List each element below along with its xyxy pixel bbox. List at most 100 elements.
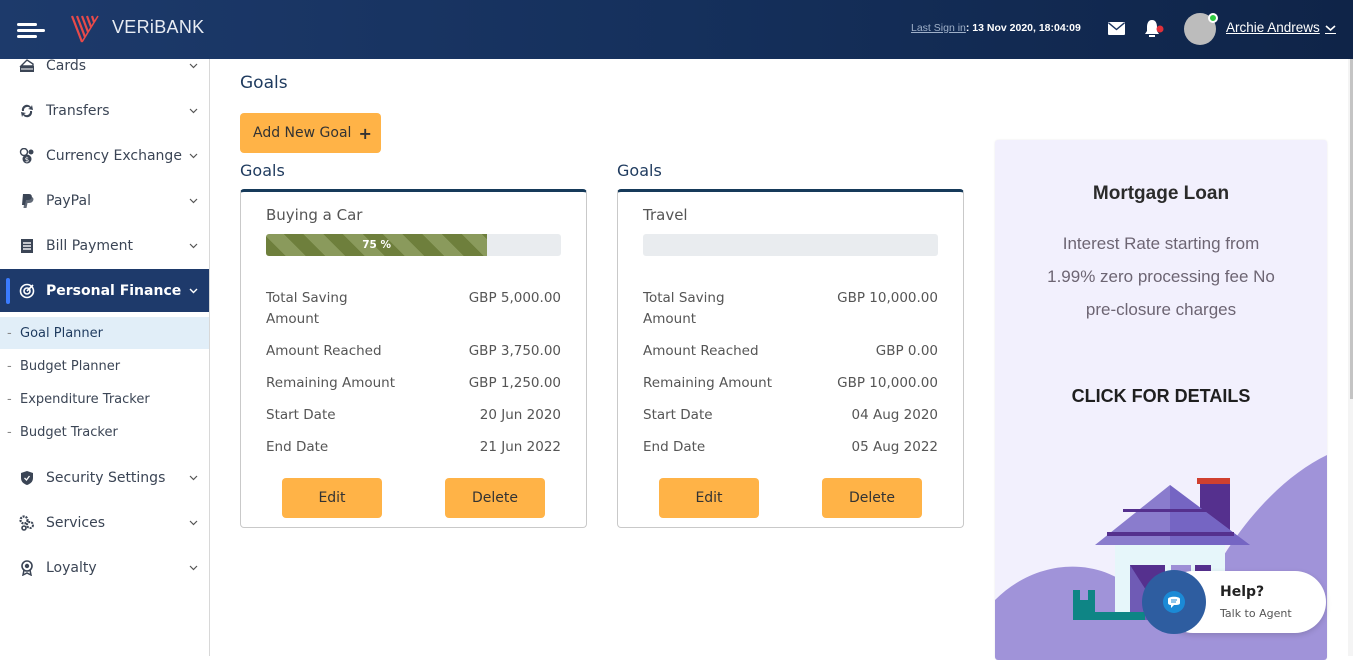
plus-icon: + [358, 123, 372, 143]
remaining-amount-label: Remaining Amount [643, 375, 773, 391]
goal-progress-label: 75 % [362, 239, 392, 251]
promo-cta-link[interactable]: CLICK FOR DETAILS [995, 386, 1327, 407]
active-indicator [6, 278, 10, 304]
sidebar-item-label: Bill Payment [46, 238, 134, 254]
sidebar-subitem-budget-tracker[interactable]: - Budget Tracker [0, 416, 209, 448]
sub-dash: - [7, 325, 12, 341]
delete-button[interactable]: Delete [445, 478, 545, 518]
amount-reached-label: Amount Reached [643, 343, 759, 359]
currency-exchange-icon: $ [19, 148, 34, 164]
sub-item-label: Budget Planner [20, 358, 121, 374]
award-icon [21, 560, 33, 576]
paypal-icon [22, 194, 34, 208]
sub-item-label: Expenditure Tracker [20, 391, 150, 407]
goal-progress-bar: 75 % [266, 234, 561, 256]
card-icon [19, 59, 34, 72]
bill-icon [21, 239, 33, 253]
user-menu[interactable]: Archie Andrews [1226, 20, 1320, 35]
chevron-down-icon [189, 475, 198, 481]
goal-column: Goals Buying a Car 75 % Total Saving Amo… [240, 159, 587, 528]
add-new-goal-label: Add New Goal [253, 125, 352, 141]
goals-heading: Goals [240, 161, 285, 180]
sidebar: Cards Transfers $ Currency Exchange PayP… [0, 58, 210, 656]
goal-progress-fill: 75 % [266, 234, 488, 256]
edit-button[interactable]: Edit [659, 478, 759, 518]
sidebar-item-security-settings[interactable]: Security Settings [0, 457, 209, 499]
notification-badge [1156, 25, 1164, 33]
sidebar-item-label: PayPal [46, 193, 91, 209]
delete-button[interactable]: Delete [822, 478, 922, 518]
chevron-down-icon[interactable] [1325, 23, 1336, 34]
online-status-dot [1208, 13, 1218, 23]
total-saving-label: Total Saving Amount [266, 290, 348, 327]
sidebar-subitem-goal-planner[interactable]: - Goal Planner [0, 317, 209, 349]
sub-item-label: Goal Planner [20, 325, 103, 341]
sub-dash: - [7, 424, 12, 440]
sidebar-subitem-budget-planner[interactable]: - Budget Planner [0, 350, 209, 382]
sub-dash: - [7, 358, 12, 374]
chevron-down-icon [189, 63, 198, 69]
sidebar-item-label: Cards [46, 58, 87, 74]
goal-name: Buying a Car [266, 206, 363, 224]
start-date-value: 04 Aug 2020 [851, 407, 938, 423]
edit-button[interactable]: Edit [282, 478, 382, 518]
start-date-value: 20 Jun 2020 [479, 407, 561, 423]
chevron-down-icon [189, 108, 198, 114]
sidebar-item-label: Services [46, 515, 106, 531]
total-saving-value: GBP 5,000.00 [468, 290, 561, 306]
sub-item-label: Budget Tracker [20, 424, 118, 440]
main-content: Goals Add New Goal + Goals Buying a Car … [210, 59, 1335, 660]
chat-button[interactable] [1142, 570, 1206, 634]
sidebar-subitem-expenditure-tracker[interactable]: - Expenditure Tracker [0, 383, 209, 415]
sidebar-item-label: Security Settings [46, 470, 166, 486]
gears-icon [19, 515, 34, 531]
transfer-icon [21, 104, 33, 118]
last-sign-in-value: : 13 Nov 2020, 18:04:09 [965, 22, 1081, 34]
chevron-down-icon [189, 520, 198, 526]
chevron-down-icon [189, 243, 198, 249]
sidebar-item-paypal[interactable]: PayPal [0, 180, 209, 222]
last-sign-in: Last Sign in: 13 Nov 2020, 18:04:09 [911, 22, 1081, 34]
help-chat-widget[interactable]: Help? Talk to Agent [1142, 570, 1326, 634]
sidebar-item-bill-payment[interactable]: Bill Payment [0, 225, 209, 267]
menu-toggle-icon[interactable] [17, 23, 45, 39]
sidebar-item-label: Personal Finance [46, 282, 182, 299]
bell-icon[interactable] [1144, 19, 1164, 38]
sidebar-item-currency-exchange[interactable]: $ Currency Exchange [0, 135, 209, 177]
remaining-amount-label: Remaining Amount [266, 375, 396, 391]
sidebar-item-personal-finance[interactable]: Personal Finance [0, 269, 209, 312]
sidebar-item-loyalty[interactable]: Loyalty [0, 547, 209, 589]
chevron-down-icon [189, 288, 198, 293]
mail-icon[interactable] [1108, 22, 1125, 35]
chevron-down-icon [189, 153, 198, 159]
brand-name: VERiBANK [112, 17, 205, 37]
promo-text: Interest Rate starting from 1.99% zero p… [1047, 234, 1275, 319]
goal-name: Travel [643, 206, 688, 224]
total-saving-label: Total Saving Amount [643, 290, 725, 327]
amount-reached-label: Amount Reached [266, 343, 382, 359]
start-date-label: Start Date [266, 407, 336, 423]
amount-reached-value: GBP 0.00 [875, 343, 938, 359]
goals-heading: Goals [617, 161, 662, 180]
page-title: Goals [240, 73, 288, 93]
sidebar-item-services[interactable]: Services [0, 502, 209, 544]
end-date-label: End Date [266, 439, 329, 455]
svg-text:$: $ [25, 156, 29, 164]
add-new-goal-button[interactable]: Add New Goal + [240, 113, 381, 153]
sidebar-item-label: Currency Exchange [46, 148, 182, 164]
shield-icon [21, 471, 33, 485]
help-subtitle: Talk to Agent [1220, 607, 1292, 620]
remaining-amount-value: GBP 1,250.00 [468, 375, 561, 391]
sidebar-item-transfers[interactable]: Transfers [0, 90, 209, 132]
sidebar-item-label: Loyalty [46, 560, 97, 576]
remaining-amount-value: GBP 10,000.00 [837, 375, 938, 391]
sidebar-item-label: Transfers [46, 103, 110, 119]
end-date-value: 21 Jun 2022 [479, 439, 561, 455]
start-date-label: Start Date [643, 407, 713, 423]
total-saving-value: GBP 10,000.00 [837, 290, 938, 306]
help-title: Help? [1220, 584, 1265, 600]
chevron-down-icon [189, 565, 198, 571]
last-sign-in-link[interactable]: Last Sign in [911, 22, 966, 34]
sub-dash: - [7, 391, 12, 407]
end-date-value: 05 Aug 2022 [851, 439, 938, 455]
